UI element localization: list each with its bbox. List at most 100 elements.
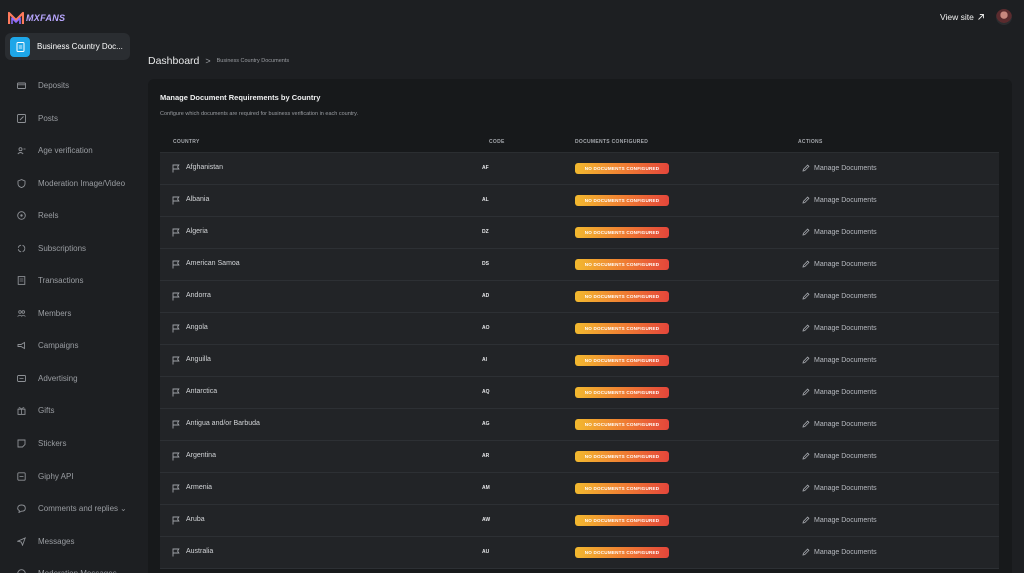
flag-icon <box>172 388 180 397</box>
wallet-icon <box>17 81 26 90</box>
chevron-down-icon[interactable]: ⌄ <box>120 504 127 513</box>
sidebar-item-label: Age verification <box>38 145 93 155</box>
sidebar-item-stickers[interactable]: Stickers <box>17 436 66 450</box>
table-row: Albania AL NO DOCUMENTS CONFIGURED Manage D… <box>160 185 999 217</box>
status-badge: NO DOCUMENTS CONFIGURED <box>575 419 669 430</box>
user-id-icon <box>17 146 26 155</box>
manage-documents-button[interactable]: Manage Documents <box>802 484 877 492</box>
sidebar-item-campaigns[interactable]: Campaigns <box>17 338 78 352</box>
sidebar-item-age-verification[interactable]: Age verification <box>17 143 93 157</box>
country-code: DS <box>482 261 489 267</box>
sidebar-item-label: Stickers <box>38 438 67 448</box>
sidebar-item-comments-and-replies[interactable]: Comments and replies ⌄ <box>17 501 127 515</box>
manage-documents-label: Manage Documents <box>814 164 877 172</box>
manage-documents-button[interactable]: Manage Documents <box>802 228 877 236</box>
country-code: AD <box>482 293 490 299</box>
country-name: Antigua and/or Barbuda <box>186 420 260 427</box>
manage-documents-button[interactable]: Manage Documents <box>802 292 877 300</box>
breadcrumb-dashboard[interactable]: Dashboard <box>148 55 199 67</box>
manage-documents-button[interactable]: Manage Documents <box>802 260 877 268</box>
gift-icon <box>17 406 26 415</box>
flag-icon <box>172 548 180 557</box>
country-name: Aruba <box>186 516 205 523</box>
country-name: Anguilla <box>186 356 211 363</box>
flag-icon <box>172 292 180 301</box>
status-badge: NO DOCUMENTS CONFIGURED <box>575 227 669 238</box>
shield-message-icon <box>17 568 26 573</box>
view-site-link[interactable]: View site <box>940 12 985 22</box>
table-header: COUNTRY CODE DOCUMENTS CONFIGURED ACTION… <box>160 130 999 153</box>
manage-documents-button[interactable]: Manage Documents <box>802 548 877 556</box>
country-code: DZ <box>482 229 489 235</box>
pencil-icon <box>802 196 810 204</box>
pencil-icon <box>802 388 810 396</box>
country-name: Andorra <box>186 292 211 299</box>
sidebar-item-messages[interactable]: Messages <box>17 534 74 548</box>
sidebar-item-moderation-messages[interactable]: Moderation Messages <box>17 566 117 573</box>
logo[interactable]: MXFANS <box>8 10 65 26</box>
brand-name: MXFANS <box>26 13 66 23</box>
country-name: Algeria <box>186 228 208 235</box>
sidebar-item-label: Messages <box>38 536 75 546</box>
manage-documents-label: Manage Documents <box>814 548 877 556</box>
table-row: Anguilla AI NO DOCUMENTS CONFIGURED Manage … <box>160 345 999 377</box>
flag-icon <box>172 420 180 429</box>
megaphone-icon <box>17 341 26 350</box>
flag-icon <box>172 484 180 493</box>
manage-documents-label: Manage Documents <box>814 228 877 236</box>
sidebar-item-subscriptions[interactable]: Subscriptions <box>17 241 86 255</box>
country-code: AQ <box>482 389 490 395</box>
country-code: AI <box>482 357 487 363</box>
table-row: Antigua and/or Barbuda AG NO DOCUMENTS CON… <box>160 409 999 441</box>
sidebar-item-reels[interactable]: Reels <box>17 208 58 222</box>
gif-icon <box>17 471 26 481</box>
sidebar-item-posts[interactable]: Posts <box>17 111 58 125</box>
sidebar-item-label: Moderation Image/Video <box>38 178 126 188</box>
country-name: Angola <box>186 324 208 331</box>
pencil-icon <box>802 420 810 428</box>
sidebar-item-deposits[interactable]: Deposits <box>17 78 69 92</box>
status-badge: NO DOCUMENTS CONFIGURED <box>575 355 669 366</box>
sidebar-item-giphy-api[interactable]: Giphy API <box>17 469 74 483</box>
manage-documents-button[interactable]: Manage Documents <box>802 388 877 396</box>
sidebar-item-transactions[interactable]: Transactions <box>17 273 84 287</box>
country-code: AW <box>482 517 491 523</box>
table-row: American Samoa DS NO DOCUMENTS CONFIGURED M… <box>160 249 999 281</box>
country-code: AL <box>482 197 489 203</box>
table-row: Argentina AR NO DOCUMENTS CONFIGURED Manage… <box>160 441 999 473</box>
country-code: AR <box>482 453 490 459</box>
sidebar-item-label: Reels <box>38 210 59 220</box>
ad-icon <box>17 374 26 383</box>
country-name: Argentina <box>186 452 216 459</box>
sidebar-item-business-country-documents[interactable]: Business Country Doc... <box>5 33 130 60</box>
country-name: Antarctica <box>186 388 218 395</box>
manage-documents-button[interactable]: Manage Documents <box>802 516 877 524</box>
status-badge: NO DOCUMENTS CONFIGURED <box>575 195 669 206</box>
chevron-right-icon: > <box>205 56 211 66</box>
table-row: Antarctica AQ NO DOCUMENTS CONFIGURED Manag… <box>160 377 999 409</box>
shield-icon <box>17 178 26 188</box>
sidebar-item-gifts[interactable]: Gifts <box>17 403 54 417</box>
sidebar-item-advertising[interactable]: Advertising <box>17 371 78 385</box>
column-header-documents-configured: DOCUMENTS CONFIGURED <box>575 139 649 145</box>
document-requirements-card: Manage Document Requirements by Country … <box>148 79 1012 573</box>
avatar[interactable] <box>996 9 1012 25</box>
mx-logo-icon <box>8 11 24 24</box>
table-row: Andorra AD NO DOCUMENTS CONFIGURED Manage D… <box>160 281 999 313</box>
breadcrumb: Dashboard > Business Country Documents <box>148 55 289 67</box>
table-row: Afghanistan AF NO DOCUMENTS CONFIGURED Mana… <box>160 153 999 185</box>
external-link-icon <box>978 14 984 20</box>
manage-documents-button[interactable]: Manage Documents <box>802 196 877 204</box>
manage-documents-button[interactable]: Manage Documents <box>802 420 877 428</box>
country-name: Albania <box>186 196 210 203</box>
manage-documents-button[interactable]: Manage Documents <box>802 452 877 460</box>
country-name: Australia <box>186 548 214 555</box>
edit-icon <box>17 113 26 123</box>
sidebar-item-members[interactable]: Members <box>17 306 71 320</box>
manage-documents-button[interactable]: Manage Documents <box>802 324 877 332</box>
pencil-icon <box>802 292 810 300</box>
sidebar-item-label: Posts <box>38 113 59 123</box>
manage-documents-button[interactable]: Manage Documents <box>802 164 877 172</box>
manage-documents-button[interactable]: Manage Documents <box>802 356 877 364</box>
sidebar-item-moderation-image-video[interactable]: Moderation Image/Video <box>17 176 125 190</box>
